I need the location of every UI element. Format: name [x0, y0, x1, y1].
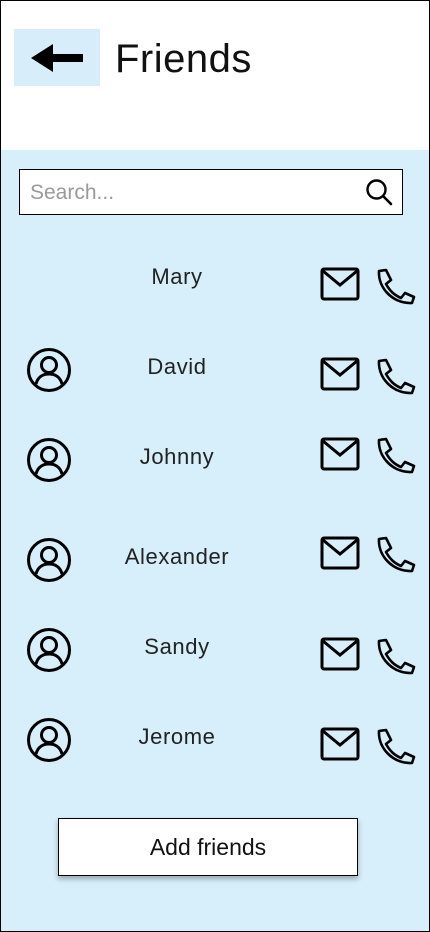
friends-screen: Friends Mary — [0, 0, 430, 932]
mail-icon[interactable] — [320, 437, 360, 471]
mail-icon[interactable] — [320, 536, 360, 570]
friend-row: Jerome — [1, 714, 429, 770]
friend-name: Sandy — [144, 634, 210, 659]
search-input[interactable] — [28, 170, 362, 216]
friend-name: David — [147, 354, 207, 379]
phone-icon[interactable] — [374, 727, 416, 765]
mail-icon[interactable] — [320, 267, 360, 301]
arrow-left-icon — [31, 43, 83, 72]
avatar-icon — [27, 438, 71, 482]
friend-name: Mary — [151, 264, 203, 289]
friend-row: Johnny — [1, 434, 429, 490]
mail-icon[interactable] — [320, 727, 360, 761]
search-icon[interactable] — [365, 178, 393, 206]
friend-name: Alexander — [124, 544, 230, 569]
phone-icon[interactable] — [374, 357, 416, 395]
friend-row: Mary — [1, 254, 429, 310]
friend-name: Johnny — [139, 444, 215, 469]
friend-row: Sandy — [1, 624, 429, 680]
avatar-icon — [27, 718, 71, 762]
friend-name: Jerome — [138, 724, 216, 749]
phone-icon[interactable] — [374, 535, 416, 573]
add-friends-button[interactable]: Add friends — [58, 818, 358, 876]
friend-row: Alexander — [1, 534, 429, 590]
header: Friends — [1, 1, 429, 150]
friends-panel: Mary David — [1, 150, 429, 931]
back-button[interactable] — [14, 29, 100, 86]
phone-icon[interactable] — [374, 267, 416, 305]
phone-icon[interactable] — [374, 436, 416, 474]
phone-icon[interactable] — [374, 637, 416, 675]
friend-row: David — [1, 344, 429, 400]
avatar-icon — [27, 348, 71, 392]
mail-icon[interactable] — [320, 357, 360, 391]
search-bar — [19, 169, 403, 216]
avatar-icon — [27, 538, 71, 582]
avatar-icon — [27, 628, 71, 672]
page-title: Friends — [115, 37, 252, 81]
mail-icon[interactable] — [320, 637, 360, 671]
